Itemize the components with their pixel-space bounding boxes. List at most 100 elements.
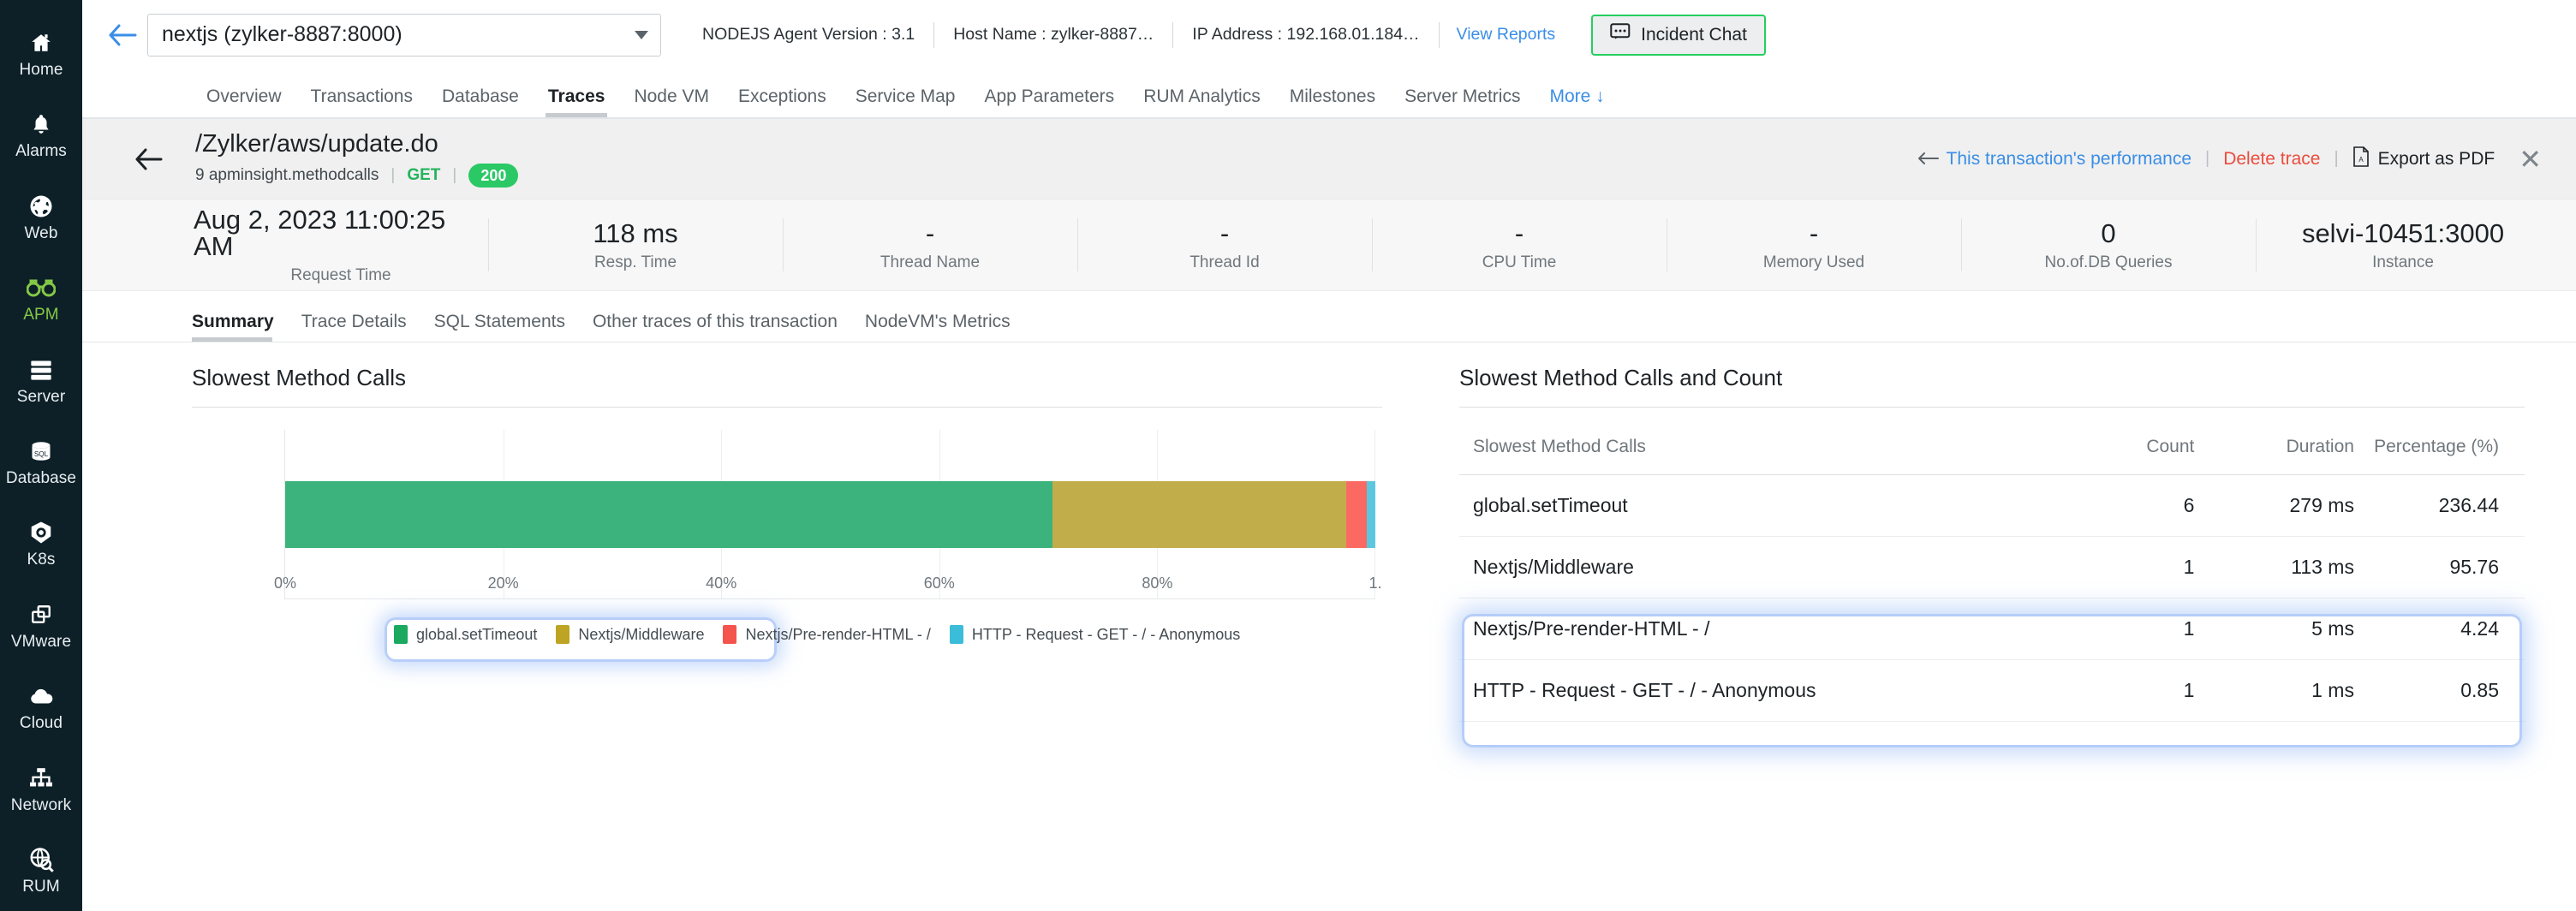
stacked-bar — [285, 481, 1375, 548]
bar-segment-global-settimeout[interactable] — [285, 481, 1052, 548]
rail-item-alarms[interactable]: Alarms — [0, 93, 82, 175]
legend-item-nextjs-prerender-html[interactable]: Nextjs/Pre-render-HTML - / — [723, 625, 949, 644]
tab-more[interactable]: More ↓ — [1535, 86, 1619, 117]
table-row[interactable]: HTTP - Request - GET - / - Anonymous 1 1… — [1459, 660, 2525, 722]
divider: | — [452, 166, 468, 185]
tab-service-map[interactable]: Service Map — [841, 86, 970, 117]
subtab-summary[interactable]: Summary — [192, 312, 288, 342]
rail-item-label: VMware — [11, 634, 71, 650]
incident-chat-button[interactable]: Incident Chat — [1591, 15, 1766, 56]
chat-bubble-icon — [1610, 23, 1631, 47]
subtab-nodevm-metrics[interactable]: NodeVM's Metrics — [851, 312, 1024, 342]
bar-segment-nextjs-middleware[interactable] — [1052, 481, 1345, 548]
svg-text:A: A — [2358, 156, 2364, 164]
cell-count: 1 — [2056, 660, 2195, 722]
tab-overview[interactable]: Overview — [192, 86, 296, 117]
tab-server-metrics[interactable]: Server Metrics — [1390, 86, 1535, 117]
server-icon — [28, 355, 54, 384]
chart-title: Slowest Method Calls — [192, 365, 1382, 407]
stacked-bar-chart: 0% 20% 40% 60% 80% 1. — [192, 430, 1382, 635]
arrow-left-icon[interactable] — [104, 17, 140, 53]
binoculars-icon — [27, 273, 56, 302]
tab-app-parameters[interactable]: App Parameters — [969, 86, 1129, 117]
rail-item-label: Database — [6, 470, 76, 486]
tab-transactions[interactable]: Transactions — [296, 86, 427, 117]
subtab-other-traces[interactable]: Other traces of this transaction — [579, 312, 851, 342]
stat-instance: selvi-10451:3000 Instance — [2256, 220, 2550, 271]
stat-value: - — [1810, 220, 1818, 247]
application-selector-value: nextjs (zylker-8887:8000) — [162, 22, 402, 47]
x-tick-label: 1. — [1368, 575, 1381, 592]
main-content: nextjs (zylker-8887:8000) NODEJS Agent V… — [82, 0, 2576, 911]
table-row[interactable]: global.setTimeout 6 279 ms 236.44 — [1459, 475, 2525, 537]
chart-legend: global.setTimeout Nextjs/Middleware Next… — [192, 625, 1382, 644]
rail-item-rum[interactable]: RUM — [0, 830, 82, 911]
http-method: GET — [407, 166, 452, 185]
rail-item-label: Home — [19, 62, 63, 78]
arrow-left-icon[interactable] — [132, 142, 166, 176]
stat-value: - — [1515, 220, 1524, 247]
tab-database[interactable]: Database — [427, 86, 534, 117]
column-header-duration[interactable]: Duration — [2194, 426, 2354, 475]
tab-milestones[interactable]: Milestones — [1275, 86, 1390, 117]
rail-item-apm[interactable]: APM — [0, 257, 82, 338]
legend-item-http-request[interactable]: HTTP - Request - GET - / - Anonymous — [950, 625, 1259, 644]
legend-item-nextjs-middleware[interactable]: Nextjs/Middleware — [556, 625, 723, 644]
legend-swatch — [556, 625, 569, 644]
cell-method-name: Nextjs/Pre-render-HTML - / — [1459, 598, 2056, 660]
rail-item-network[interactable]: Network — [0, 747, 82, 829]
agent-meta-group: NODEJS Agent Version : 3.1 Host Name : z… — [683, 22, 1572, 48]
stat-thread-name: - Thread Name — [783, 220, 1077, 271]
bar-segment-nextjs-prerender-html[interactable] — [1346, 481, 1367, 548]
stat-thread-id: - Thread Id — [1077, 220, 1372, 271]
rail-item-label: Network — [11, 797, 71, 813]
legend-item-global-settimeout[interactable]: global.setTimeout — [394, 625, 556, 644]
rail-item-database[interactable]: SQL Database — [0, 420, 82, 502]
rail-item-web[interactable]: Web — [0, 176, 82, 257]
cell-method-name: HTTP - Request - GET - / - Anonymous — [1459, 660, 2056, 722]
x-tick-label: 40% — [706, 575, 736, 592]
chevron-down-icon — [635, 31, 648, 39]
trace-title-block: /Zylker/aws/update.do 9 apminsight.metho… — [195, 130, 518, 188]
rail-item-server[interactable]: Server — [0, 339, 82, 420]
network-icon — [28, 764, 54, 793]
tab-traces[interactable]: Traces — [534, 86, 620, 117]
page-title: /Zylker/aws/update.do — [195, 130, 518, 158]
delete-trace-button[interactable]: Delete trace — [2223, 149, 2320, 170]
rail-item-label: K8s — [27, 551, 55, 568]
view-reports-link[interactable]: View Reports — [1440, 25, 1573, 45]
legend-label: global.setTimeout — [416, 626, 537, 644]
trace-actions: This transaction's performance | Delete … — [1918, 146, 2542, 173]
cell-percentage: 0.85 — [2354, 660, 2525, 722]
close-icon[interactable]: ✕ — [2519, 146, 2542, 173]
column-header-percentage[interactable]: Percentage (%) — [2354, 426, 2525, 475]
tab-rum-analytics[interactable]: RUM Analytics — [1129, 86, 1275, 117]
column-header-name[interactable]: Slowest Method Calls — [1459, 426, 2056, 475]
subtab-trace-details[interactable]: Trace Details — [288, 312, 420, 342]
application-selector[interactable]: nextjs (zylker-8887:8000) — [147, 14, 661, 57]
rail-item-vmware[interactable]: VMware — [0, 584, 82, 665]
table-row[interactable]: Nextjs/Pre-render-HTML - / 1 5 ms 4.24 — [1459, 598, 2525, 660]
stat-label: CPU Time — [1482, 254, 1557, 271]
stat-value: - — [1220, 220, 1229, 247]
rail-item-home[interactable]: Home — [0, 12, 82, 93]
rail-item-cloud[interactable]: Cloud — [0, 666, 82, 747]
tab-exceptions[interactable]: Exceptions — [724, 86, 841, 117]
cell-count: 1 — [2056, 537, 2195, 598]
sql-database-icon: SQL — [29, 437, 53, 466]
vmware-windows-icon — [29, 600, 53, 629]
export-pdf-button[interactable]: A Export as PDF — [2352, 146, 2496, 172]
stat-resp-time: 118 ms Resp. Time — [488, 220, 783, 271]
method-calls-count: 9 apminsight.methodcalls — [195, 166, 391, 185]
rail-item-k8s[interactable]: K8s — [0, 503, 82, 584]
table-title: Slowest Method Calls and Count — [1459, 365, 2525, 407]
module-tabs: Overview Transactions Database Traces No… — [82, 70, 2576, 118]
status-badge: 200 — [468, 164, 518, 188]
subtab-sql-statements[interactable]: SQL Statements — [420, 312, 579, 342]
table-row[interactable]: Nextjs/Middleware 1 113 ms 95.76 — [1459, 537, 2525, 598]
bar-segment-http-request[interactable] — [1367, 481, 1375, 548]
tab-node-vm[interactable]: Node VM — [619, 86, 724, 117]
x-tick-label: 20% — [488, 575, 519, 592]
column-header-count[interactable]: Count — [2056, 426, 2195, 475]
transaction-performance-link[interactable]: This transaction's performance — [1918, 149, 2191, 170]
